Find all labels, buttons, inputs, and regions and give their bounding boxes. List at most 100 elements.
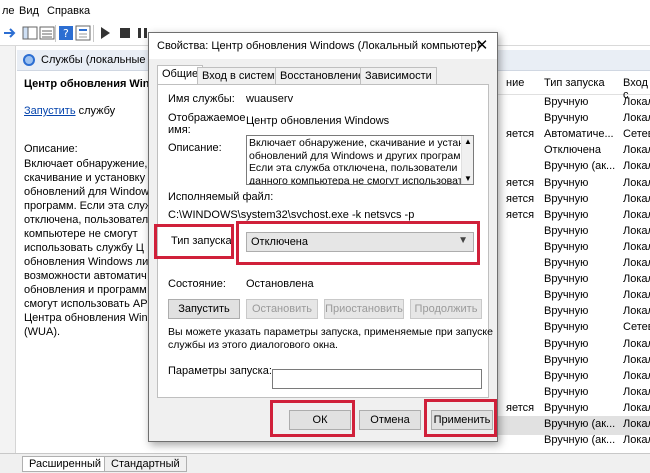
- cell-start-type: Вручную: [544, 273, 589, 286]
- toolbar-separator: [55, 25, 56, 42]
- cell-logon: Сетева: [623, 128, 650, 141]
- cell-logon: Локал: [623, 434, 650, 447]
- start-service-suffix: службу: [75, 105, 116, 117]
- cell-logon: Локал: [623, 160, 650, 173]
- cell-logon: Локал: [623, 369, 650, 382]
- service-name-label: Имя службы:: [168, 93, 235, 105]
- scroll-down-icon[interactable]: ▼: [464, 174, 472, 183]
- status-label: Состояние:: [168, 278, 226, 290]
- display-name-label: Отображаемое имя:: [168, 112, 246, 136]
- menu-file[interactable]: ле: [2, 5, 15, 17]
- cell-start-type: Вручную: [544, 224, 589, 237]
- cell-logon: Локал: [623, 224, 650, 237]
- list-view-icon[interactable]: [39, 25, 55, 41]
- cell-start-type: Вручную: [544, 401, 589, 414]
- menu-help[interactable]: Справка: [47, 5, 90, 17]
- cell-state: яется: [506, 401, 535, 414]
- cell-start-type: Вручную: [544, 240, 589, 253]
- tab-recovery[interactable]: Восстановление: [275, 67, 370, 85]
- column-state[interactable]: ние: [506, 77, 524, 89]
- table-row[interactable]: Вручную (ак... Локал: [490, 432, 650, 451]
- exe-label: Исполняемый файл:: [168, 191, 274, 203]
- cell-start-type: Вручную: [544, 257, 589, 269]
- properties-icon[interactable]: [75, 25, 91, 41]
- console-tree-strip: [0, 46, 16, 454]
- cell-state: яется: [506, 176, 535, 189]
- cell-start-type: Вручную: [544, 321, 589, 334]
- display-name-value: Центр обновления Windows: [246, 115, 390, 127]
- params-hint: Вы можете указать параметры запуска, при…: [168, 326, 493, 351]
- close-icon[interactable]: ✕: [473, 37, 491, 55]
- cell-logon: Сетева: [623, 321, 650, 334]
- cell-logon: Локал: [623, 96, 650, 108]
- bottom-tabs: Расширенный Стандартный: [0, 453, 650, 473]
- cell-start-type: Вручную: [544, 176, 589, 189]
- console-tree-icon[interactable]: [22, 25, 38, 41]
- stop-icon[interactable]: [117, 25, 133, 41]
- cell-start-type: Вручную: [544, 369, 589, 382]
- start-params-input[interactable]: [272, 369, 482, 389]
- cell-logon: Локал: [623, 112, 650, 125]
- cell-start-type: Вручную (ак...: [544, 434, 616, 447]
- cell-start-type: Вручную (ак...: [544, 418, 616, 430]
- services-header-title: Службы (локальные: [41, 54, 146, 66]
- cell-logon: Локал: [623, 208, 650, 221]
- cell-start-type: Вручную: [544, 337, 589, 350]
- pause-button[interactable]: Приостановить: [324, 299, 404, 319]
- cell-start-type: Вручную: [544, 385, 589, 398]
- highlight-startup-select: [236, 221, 480, 265]
- description-scrollbar[interactable]: ▲ ▼: [461, 136, 473, 184]
- service-title: Центр обновления Windo: [24, 78, 163, 90]
- cancel-button[interactable]: Отмена: [359, 410, 421, 430]
- cell-start-type: Вручную: [544, 353, 589, 366]
- menu-view[interactable]: Вид: [19, 5, 39, 17]
- start-service-line: Запустить службу: [24, 105, 115, 117]
- service-description-pane: Центр обновления Windo Запустить службу …: [17, 71, 163, 451]
- description-text: Включает обнаружение, скачивание и устан…: [24, 158, 155, 338]
- start-service-link[interactable]: Запустить: [24, 105, 76, 117]
- description-text: Включает обнаружение, скачивание и устан…: [249, 137, 473, 185]
- cell-logon: Локал: [623, 305, 650, 318]
- forward-icon[interactable]: [2, 25, 18, 41]
- status-value: Остановлена: [246, 278, 314, 290]
- cell-logon: Локал: [623, 353, 650, 366]
- tab-extended[interactable]: Расширенный: [22, 456, 108, 472]
- tab-dependencies[interactable]: Зависимости: [360, 67, 437, 85]
- services-column-headers: ние Тип запуска Вход с: [490, 71, 650, 101]
- cell-logon: Локал: [623, 385, 650, 398]
- highlight-apply-button: [424, 399, 497, 437]
- gear-icon: [23, 54, 35, 66]
- play-icon[interactable]: [97, 25, 113, 41]
- cell-start-type: Вручную: [544, 289, 589, 302]
- tab-standard[interactable]: Стандартный: [104, 456, 187, 472]
- column-start-type[interactable]: Тип запуска: [544, 77, 605, 89]
- description-label: Описание:: [24, 143, 78, 155]
- menubar: ле Вид Справка: [0, 0, 650, 22]
- cell-logon: Локал: [623, 273, 650, 286]
- dialog-title: Свойства: Центр обновления Windows (Лока…: [157, 40, 481, 52]
- service-name-value: wuauserv: [246, 93, 294, 105]
- start-button[interactable]: Запустить: [168, 299, 240, 319]
- cell-logon: Локал: [623, 240, 650, 253]
- cell-logon: Локал: [623, 289, 650, 302]
- cell-logon: Локал: [623, 176, 650, 189]
- cell-start-type: Вручную: [544, 96, 589, 108]
- tab-logon[interactable]: Вход в систему: [197, 67, 286, 85]
- cell-state: яется: [506, 192, 535, 205]
- cell-logon: Локал: [623, 144, 650, 157]
- cell-start-type: Отключена: [544, 144, 601, 157]
- resume-button[interactable]: Продолжить: [410, 299, 482, 319]
- stop-button[interactable]: Остановить: [246, 299, 318, 319]
- cell-logon: Локал: [623, 418, 650, 430]
- cell-start-type: Автоматиче...: [544, 128, 614, 141]
- description-label: Описание:: [168, 142, 222, 154]
- dialog-titlebar: Свойства: Центр обновления Windows (Лока…: [149, 33, 497, 59]
- svg-text:?: ?: [63, 27, 69, 40]
- help-icon[interactable]: ?: [58, 25, 74, 41]
- highlight-ok-button: [270, 400, 355, 437]
- description-box[interactable]: Включает обнаружение, скачивание и устан…: [246, 135, 474, 185]
- cell-start-type: Вручную: [544, 305, 589, 318]
- toolbar-separator: [93, 25, 94, 42]
- scroll-up-icon[interactable]: ▲: [464, 137, 472, 146]
- cell-logon: Локал: [623, 192, 650, 205]
